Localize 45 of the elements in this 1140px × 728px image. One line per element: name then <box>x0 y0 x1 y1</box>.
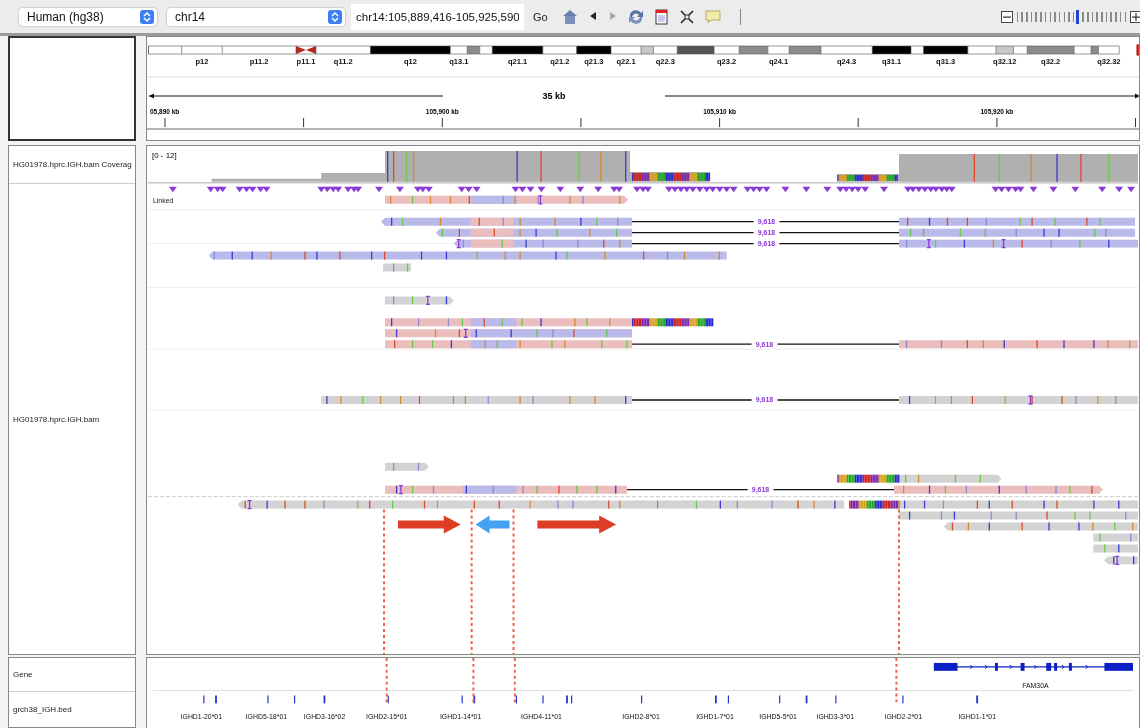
insertion-mark <box>398 485 404 495</box>
right-arrow <box>397 515 461 534</box>
go-button[interactable]: Go <box>530 8 551 25</box>
fit-icon[interactable] <box>677 7 696 26</box>
track-name: HG01978.hprc.IGH.bam Coverag <box>12 160 132 169</box>
zoom-thumb[interactable] <box>1075 9 1079 24</box>
zoom-out-button[interactable] <box>1000 10 1013 23</box>
dashed-line <box>385 657 388 705</box>
sequence-read <box>1104 556 1139 565</box>
track-name: grch38_IGH.bed <box>12 705 72 714</box>
track-name: HG01978.hprc.IGH.bam <box>12 414 100 424</box>
dashed-line <box>895 657 898 705</box>
insertion-mark <box>246 499 253 510</box>
sequence-read <box>1093 544 1139 553</box>
chromosome-ideogram[interactable] <box>148 44 1140 56</box>
genome-dropdown[interactable]: Human (hg38) <box>19 7 157 26</box>
insertion-mark <box>926 239 932 249</box>
chromosome-dropdown[interactable]: chr14 <box>167 7 345 26</box>
plus-icon <box>1132 12 1140 21</box>
insertion-mark <box>1114 555 1120 565</box>
sequence-read <box>385 462 429 471</box>
insertion-mark <box>425 295 431 306</box>
clipped-bases-drawing <box>849 500 901 509</box>
dashed-line <box>472 657 475 705</box>
left-arrow <box>475 515 510 534</box>
zoom-in-button[interactable] <box>1130 10 1140 23</box>
insertion-mark <box>1000 239 1007 249</box>
insertion-mark <box>463 328 469 338</box>
stepper-icon <box>140 9 154 24</box>
insertion-mark <box>456 239 462 249</box>
clipped-bases-drawing <box>837 474 900 483</box>
span-label: 35 kb <box>542 91 566 101</box>
sequence-read <box>385 296 454 305</box>
dashed-line <box>513 657 516 705</box>
zoom-slider[interactable] <box>1016 9 1126 24</box>
track-name: Gene <box>12 670 33 679</box>
insertion-mark <box>537 195 544 205</box>
coverage-range: [0 - 12] <box>151 150 177 160</box>
locus-field[interactable]: chr14:105,889,416-105,925,590 <box>351 3 524 30</box>
insertion-mark <box>1027 395 1034 405</box>
refresh-icon[interactable] <box>626 7 645 26</box>
stepper-icon <box>328 9 342 24</box>
sequence-read <box>383 263 411 272</box>
sequence-read <box>1093 533 1139 542</box>
frame-icon[interactable] <box>652 7 670 26</box>
